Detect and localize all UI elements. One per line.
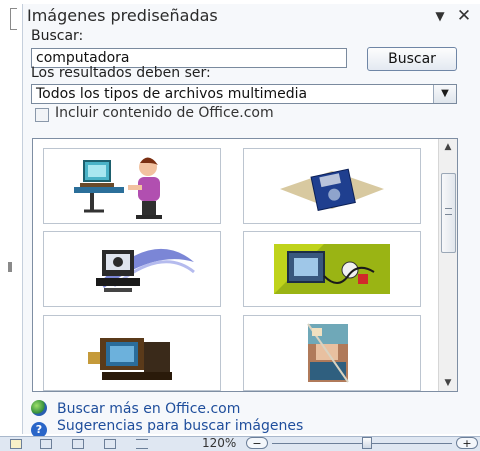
zoom-slider-thumb[interactable] <box>362 437 372 449</box>
print-layout-icon[interactable] <box>10 439 22 449</box>
ruler-marker <box>8 262 12 272</box>
search-label: Buscar: <box>31 28 84 44</box>
draft-icon[interactable] <box>136 439 148 449</box>
clip-art-pane: Imágenes prediseñadas ▼ ✕ Buscar: Buscar… <box>22 4 480 438</box>
scroll-up-icon[interactable]: ▲ <box>439 139 457 155</box>
more-office-link[interactable]: Buscar más en Office.com <box>31 400 240 417</box>
computer-collage-photo <box>307 323 349 383</box>
result-item[interactable] <box>43 148 221 224</box>
ruler-bracket <box>10 8 17 30</box>
status-bar: 120% − + <box>0 436 480 451</box>
result-item[interactable] <box>243 148 421 224</box>
zoom-out-icon[interactable]: − <box>246 437 268 449</box>
document-edge <box>0 0 22 450</box>
pane-title: Imágenes prediseñadas <box>27 6 218 25</box>
zoom-in-icon[interactable]: + <box>456 437 478 449</box>
old-computer-clipart <box>88 338 172 380</box>
floppy-disk-clipart <box>280 168 384 211</box>
pane-title-bar: Imágenes prediseñadas ▼ ✕ <box>23 4 480 30</box>
full-screen-icon[interactable] <box>40 439 52 449</box>
grip-icon <box>445 208 452 215</box>
media-type-select[interactable]: Todos los tipos de archivos multimedia ▼ <box>31 84 457 104</box>
media-type-value: Todos los tipos de archivos multimedia <box>36 86 308 102</box>
search-tips-label: Sugerencias para buscar imágenes <box>57 418 304 434</box>
web-layout-icon[interactable] <box>72 439 84 449</box>
chevron-down-icon[interactable]: ▼ <box>433 85 456 103</box>
include-office-label: Incluir contenido de Office.com <box>55 105 274 121</box>
monitor-mouse-clipart <box>274 244 390 294</box>
more-office-label: Buscar más en Office.com <box>57 401 241 417</box>
results-grid: ▲ ▼ <box>32 138 458 392</box>
result-item[interactable] <box>43 231 221 307</box>
scroll-thumb[interactable] <box>441 173 456 253</box>
search-button[interactable]: Buscar <box>367 47 457 71</box>
scroll-down-icon[interactable]: ▼ <box>439 375 457 391</box>
search-tips-link[interactable]: ? Sugerencias para buscar imágenes <box>31 418 303 438</box>
result-item[interactable] <box>243 231 421 307</box>
result-item[interactable] <box>43 315 221 391</box>
computer-with-signal-clipart <box>96 248 195 292</box>
result-item[interactable] <box>243 315 421 391</box>
pane-options-icon[interactable]: ▼ <box>431 9 449 23</box>
person-at-computer-clipart <box>74 157 162 219</box>
outline-icon[interactable] <box>104 439 116 449</box>
include-office-checkbox[interactable] <box>35 108 49 122</box>
close-icon[interactable]: ✕ <box>455 6 473 26</box>
results-scrollbar[interactable]: ▲ ▼ <box>438 139 457 391</box>
globe-icon <box>31 400 47 416</box>
zoom-level[interactable]: 120% <box>202 436 236 450</box>
results-type-label: Los resultados deben ser: <box>31 65 211 81</box>
